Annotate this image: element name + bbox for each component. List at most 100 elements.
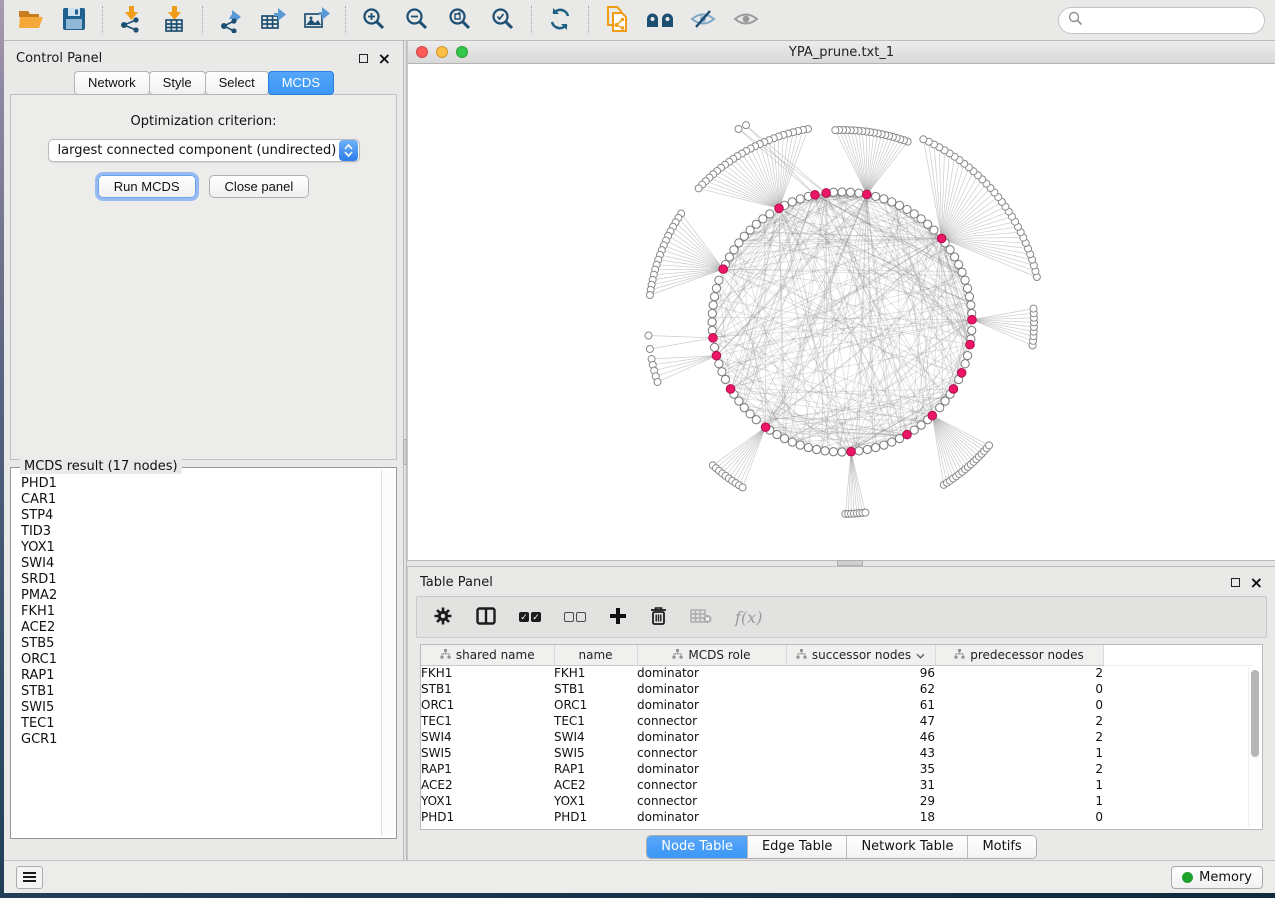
cell[interactable]: dominator bbox=[637, 665, 786, 681]
tab-motifs[interactable]: Motifs bbox=[968, 836, 1035, 858]
tab-mcds[interactable]: MCDS bbox=[268, 71, 334, 95]
ring-node[interactable] bbox=[846, 188, 854, 196]
ring-node[interactable] bbox=[968, 326, 976, 334]
cell[interactable]: 0 bbox=[935, 681, 1103, 697]
mcds-node-item[interactable]: ORC1 bbox=[21, 652, 380, 668]
table-scrollbar-thumb[interactable] bbox=[1251, 670, 1259, 757]
cell[interactable]: ACE2 bbox=[421, 777, 554, 793]
cell[interactable]: SWI4 bbox=[554, 729, 637, 745]
ring-node[interactable] bbox=[838, 448, 846, 456]
ring-node[interactable] bbox=[773, 430, 781, 438]
mcds-node-item[interactable]: CAR1 bbox=[21, 492, 380, 508]
leaf-node[interactable] bbox=[862, 509, 869, 516]
hub-node[interactable] bbox=[863, 190, 872, 199]
hub-node[interactable] bbox=[709, 334, 718, 343]
cell[interactable]: PHD1 bbox=[421, 809, 554, 825]
mcds-node-item[interactable]: PMA2 bbox=[21, 588, 380, 604]
first-neighbors-button[interactable] bbox=[643, 4, 677, 36]
cell[interactable]: SWI4 bbox=[421, 729, 554, 745]
select-all-button[interactable]: ✓✓ bbox=[519, 602, 541, 632]
ring-node[interactable] bbox=[895, 201, 903, 209]
run-mcds-button[interactable]: Run MCDS bbox=[98, 175, 196, 198]
cell[interactable]: 1 bbox=[935, 793, 1103, 809]
hub-node[interactable] bbox=[712, 351, 721, 360]
table-row[interactable]: SWI5SWI5connector431 bbox=[421, 745, 1253, 761]
hub-node[interactable] bbox=[903, 430, 912, 439]
ring-node[interactable] bbox=[855, 447, 863, 455]
cell[interactable]: 35 bbox=[786, 761, 935, 777]
tab-edge-table[interactable]: Edge Table bbox=[748, 836, 847, 858]
splitter-handle[interactable] bbox=[403, 439, 407, 465]
mcds-node-item[interactable]: YOX1 bbox=[21, 540, 380, 556]
leaf-node[interactable] bbox=[742, 122, 749, 129]
table-row[interactable]: FKH1FKH1dominator962 bbox=[421, 665, 1253, 681]
cell[interactable]: dominator bbox=[637, 809, 786, 825]
mcds-node-item[interactable]: SWI5 bbox=[21, 700, 380, 716]
cell[interactable]: connector bbox=[637, 745, 786, 761]
ring-node[interactable] bbox=[872, 192, 880, 200]
hub-node[interactable] bbox=[811, 191, 820, 200]
cell[interactable]: YOX1 bbox=[421, 793, 554, 809]
leaf-node[interactable] bbox=[646, 292, 653, 299]
criterion-select[interactable]: largest connected component (undirected) bbox=[48, 139, 360, 162]
table-row[interactable]: ORC1ORC1dominator610 bbox=[421, 697, 1253, 713]
ring-node[interactable] bbox=[804, 443, 812, 451]
column-header-shared-name[interactable]: shared name bbox=[421, 645, 554, 665]
maximize-window-icon[interactable] bbox=[456, 46, 468, 58]
hub-node[interactable] bbox=[937, 234, 946, 243]
cell[interactable]: dominator bbox=[637, 681, 786, 697]
add-column-button[interactable] bbox=[609, 602, 627, 632]
cell[interactable]: 2 bbox=[935, 713, 1103, 729]
hub-node[interactable] bbox=[928, 411, 937, 420]
export-table-button[interactable] bbox=[257, 4, 291, 36]
hub-node[interactable] bbox=[822, 189, 831, 198]
horizontal-splitter[interactable] bbox=[407, 560, 1275, 567]
leaf-node[interactable] bbox=[695, 185, 702, 192]
cell[interactable]: connector bbox=[637, 713, 786, 729]
ring-node[interactable] bbox=[721, 375, 729, 383]
cell[interactable]: TEC1 bbox=[421, 713, 554, 729]
cell[interactable]: dominator bbox=[637, 697, 786, 713]
new-network-from-selection-button[interactable] bbox=[600, 4, 634, 36]
split-view-button[interactable] bbox=[476, 602, 496, 632]
hub-node[interactable] bbox=[966, 340, 975, 349]
float-panel-icon[interactable] bbox=[1231, 578, 1240, 587]
cell[interactable]: 1 bbox=[935, 745, 1103, 761]
cell[interactable]: 29 bbox=[786, 793, 935, 809]
cell[interactable]: 2 bbox=[935, 729, 1103, 745]
ring-node[interactable] bbox=[752, 416, 760, 424]
ring-node[interactable] bbox=[880, 195, 888, 203]
mcds-node-item[interactable]: TID3 bbox=[21, 524, 380, 540]
cell[interactable]: connector bbox=[637, 777, 786, 793]
cell[interactable]: STB1 bbox=[421, 681, 554, 697]
close-window-icon[interactable] bbox=[416, 46, 428, 58]
mcds-node-item[interactable]: GCR1 bbox=[21, 732, 380, 748]
cell[interactable]: ACE2 bbox=[554, 777, 637, 793]
cell[interactable]: 43 bbox=[786, 745, 935, 761]
ring-node[interactable] bbox=[903, 205, 911, 213]
delete-table-button[interactable] bbox=[690, 602, 712, 632]
ring-node[interactable] bbox=[961, 360, 969, 368]
zoom-fit-button[interactable] bbox=[443, 4, 477, 36]
ring-node[interactable] bbox=[950, 253, 958, 261]
leaf-node[interactable] bbox=[739, 484, 746, 491]
leaf-node[interactable] bbox=[1030, 305, 1037, 312]
cell[interactable]: SWI5 bbox=[554, 745, 637, 761]
ring-node[interactable] bbox=[963, 284, 971, 292]
cell[interactable]: 46 bbox=[786, 729, 935, 745]
ring-node[interactable] bbox=[863, 445, 871, 453]
cell[interactable]: 0 bbox=[935, 809, 1103, 825]
sort-chevron-icon[interactable] bbox=[916, 648, 925, 662]
ring-node[interactable] bbox=[708, 309, 716, 317]
table-row[interactable]: STB1STB1dominator620 bbox=[421, 681, 1253, 697]
delete-column-button[interactable] bbox=[650, 602, 667, 632]
mcds-node-item[interactable]: FKH1 bbox=[21, 604, 380, 620]
tab-network[interactable]: Network bbox=[74, 71, 150, 95]
cell[interactable]: 31 bbox=[786, 777, 935, 793]
mcds-node-item[interactable]: STB1 bbox=[21, 684, 380, 700]
column-header-successor-nodes[interactable]: successor nodes bbox=[786, 645, 935, 665]
cell[interactable]: SWI5 bbox=[421, 745, 554, 761]
tab-node-table[interactable]: Node Table bbox=[647, 836, 748, 858]
tab-select[interactable]: Select bbox=[205, 71, 269, 95]
hub-node[interactable] bbox=[719, 265, 728, 274]
